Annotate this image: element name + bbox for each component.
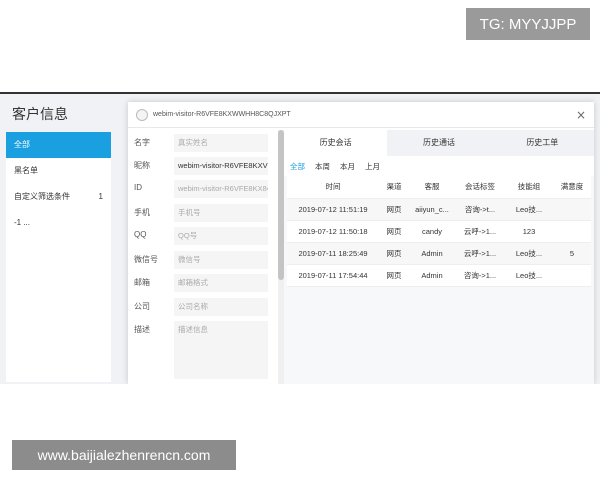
field-phone: 手机 手机号 (128, 204, 280, 222)
modal-title: webim-visitor-R6VFE8KXWWHH8C8QJXPT (153, 111, 291, 118)
sidebar-item-count: 1 (98, 192, 103, 201)
table-cell: 网页 (379, 242, 409, 265)
table-cell (553, 198, 591, 221)
modal-header: webim-visitor-R6VFE8KXWWHH8C8QJXPT (128, 102, 594, 128)
field-label: 微信号 (134, 255, 158, 264)
customer-fields-panel: 名字 真实姓名 昵称 webim-visitor-R6VFE8KXV ID we… (128, 130, 280, 384)
filter-last-month[interactable]: 上月 (365, 161, 380, 172)
company-input[interactable]: 公司名称 (174, 298, 268, 316)
sidebar-item-label: 自定义筛选条件 (14, 192, 70, 201)
qq-input[interactable]: QQ号 (174, 227, 268, 245)
field-label: ID (134, 183, 142, 192)
column-header: 时间 (287, 176, 379, 199)
table-cell (553, 264, 591, 287)
tab-session-history[interactable]: 历史会话 (284, 130, 388, 156)
table-cell: Leo技... (505, 242, 553, 265)
filter-this-month[interactable]: 本月 (340, 161, 355, 172)
table-cell: 2019-07-11 18:25:49 (287, 242, 379, 265)
sidebar-item-custom-filter[interactable]: 自定义筛选条件 1 (6, 184, 111, 210)
table-row[interactable]: 2019-07-11 18:25:49 网页 Admin 云呼->1... Le… (287, 242, 591, 265)
table-cell: 2019-07-12 11:51:19 (287, 198, 379, 221)
table-cell: 网页 (379, 198, 409, 221)
table-cell: 咨询->1... (455, 264, 505, 287)
column-header: 会话标签 (455, 176, 505, 199)
table-cell: 云呼->1... (455, 220, 505, 243)
period-filters: 全部 本周 本月 上月 (284, 156, 594, 176)
column-header: 技能组 (505, 176, 553, 199)
sidebar-item-sub-filter[interactable]: -1 ... (6, 210, 111, 236)
phone-input[interactable]: 手机号 (174, 204, 268, 222)
table-cell: Leo技... (505, 198, 553, 221)
sidebar-item-label: -1 ... (14, 218, 31, 227)
avatar (136, 108, 148, 121)
column-header: 满意度 (553, 176, 591, 199)
sidebar-item-blacklist[interactable]: 黑名单 (6, 158, 111, 184)
field-wechat: 微信号 微信号 (128, 251, 280, 269)
name-input[interactable]: 真实姓名 (174, 134, 268, 152)
table-cell (553, 220, 591, 243)
sidebar-item-label: 黑名单 (14, 166, 38, 175)
column-header: 客服 (409, 176, 455, 199)
sidebar-item-label: 全部 (14, 140, 30, 149)
field-id: ID webim-visitor-R6VFE8KX8♦ (128, 180, 280, 198)
table-cell: Admin (409, 242, 455, 265)
tab-ticket-history[interactable]: 历史工单 (491, 130, 594, 156)
table-cell: 2019-07-12 11:50:18 (287, 220, 379, 243)
field-label: 公司 (134, 302, 150, 311)
close-icon[interactable]: × (576, 108, 586, 122)
table-cell: 网页 (379, 220, 409, 243)
table-cell: candy (409, 220, 455, 243)
history-panel: 历史会话 历史通话 历史工单 全部 本周 本月 上月 时间 渠道 客服 会话标签… (284, 130, 594, 384)
table-row[interactable]: 2019-07-11 17:54:44 网页 Admin 咨询->1... Le… (287, 264, 591, 287)
tab-call-history[interactable]: 历史通话 (387, 130, 490, 156)
table-cell: 5 (553, 242, 591, 265)
sidebar-item-all[interactable]: 全部 (6, 132, 111, 158)
id-input[interactable]: webim-visitor-R6VFE8KX8♦ (174, 180, 268, 198)
field-label: QQ (134, 230, 147, 239)
table-row[interactable]: 2019-07-12 11:51:19 网页 aiiyun_c... 咨询->t… (287, 198, 591, 221)
field-company: 公司 公司名称 (128, 298, 280, 316)
field-label: 邮箱 (134, 278, 150, 287)
table-header-row: 时间 渠道 客服 会话标签 技能组 满意度 (287, 176, 591, 199)
field-email: 邮箱 邮箱格式 (128, 274, 280, 292)
customer-detail-modal: webim-visitor-R6VFE8KXWWHH8C8QJXPT × 名字 … (128, 102, 594, 384)
watermark-url: www.baijialezhenrencn.com (12, 440, 236, 470)
session-history-table: 时间 渠道 客服 会话标签 技能组 满意度 2019-07-12 11:51:1… (287, 176, 591, 287)
sidebar: 全部 黑名单 自定义筛选条件 1 -1 ... (6, 132, 111, 382)
tg-badge: TG: MYYJJPP (466, 8, 590, 40)
field-qq: QQ QQ号 (128, 227, 280, 245)
table-cell: 云呼->1... (455, 242, 505, 265)
column-header: 渠道 (379, 176, 409, 199)
table-cell: aiiyun_c... (409, 198, 455, 221)
field-description: 描述 描述信息 (128, 321, 280, 379)
filter-all[interactable]: 全部 (290, 161, 305, 172)
table-cell: Leo技... (505, 264, 553, 287)
table-row[interactable]: 2019-07-12 11:50:18 网页 candy 云呼->1... 12… (287, 220, 591, 243)
page-root: TG: MYYJJPP 客户信息 全部 黑名单 自定义筛选条件 1 -1 ... (0, 0, 600, 480)
table-cell: 咨询->t... (455, 198, 505, 221)
page-title: 客户信息 (12, 106, 68, 122)
description-textarea[interactable]: 描述信息 (174, 321, 268, 379)
wechat-input[interactable]: 微信号 (174, 251, 268, 269)
field-label: 手机 (134, 208, 150, 217)
filter-this-week[interactable]: 本周 (315, 161, 330, 172)
table-cell: Admin (409, 264, 455, 287)
field-label: 昵称 (134, 161, 150, 170)
table-cell: 123 (505, 220, 553, 243)
email-input[interactable]: 邮箱格式 (174, 274, 268, 292)
table-cell: 2019-07-11 17:54:44 (287, 264, 379, 287)
table-cell: 网页 (379, 264, 409, 287)
field-name: 名字 真实姓名 (128, 134, 280, 152)
field-label: 名字 (134, 138, 150, 147)
history-tabs: 历史会话 历史通话 历史工单 (284, 130, 594, 156)
field-label: 描述 (134, 325, 150, 334)
nickname-input[interactable]: webim-visitor-R6VFE8KXV (174, 157, 268, 175)
app-screen: 客户信息 全部 黑名单 自定义筛选条件 1 -1 ... webim-visit… (0, 92, 600, 384)
field-nickname: 昵称 webim-visitor-R6VFE8KXV (128, 157, 280, 175)
